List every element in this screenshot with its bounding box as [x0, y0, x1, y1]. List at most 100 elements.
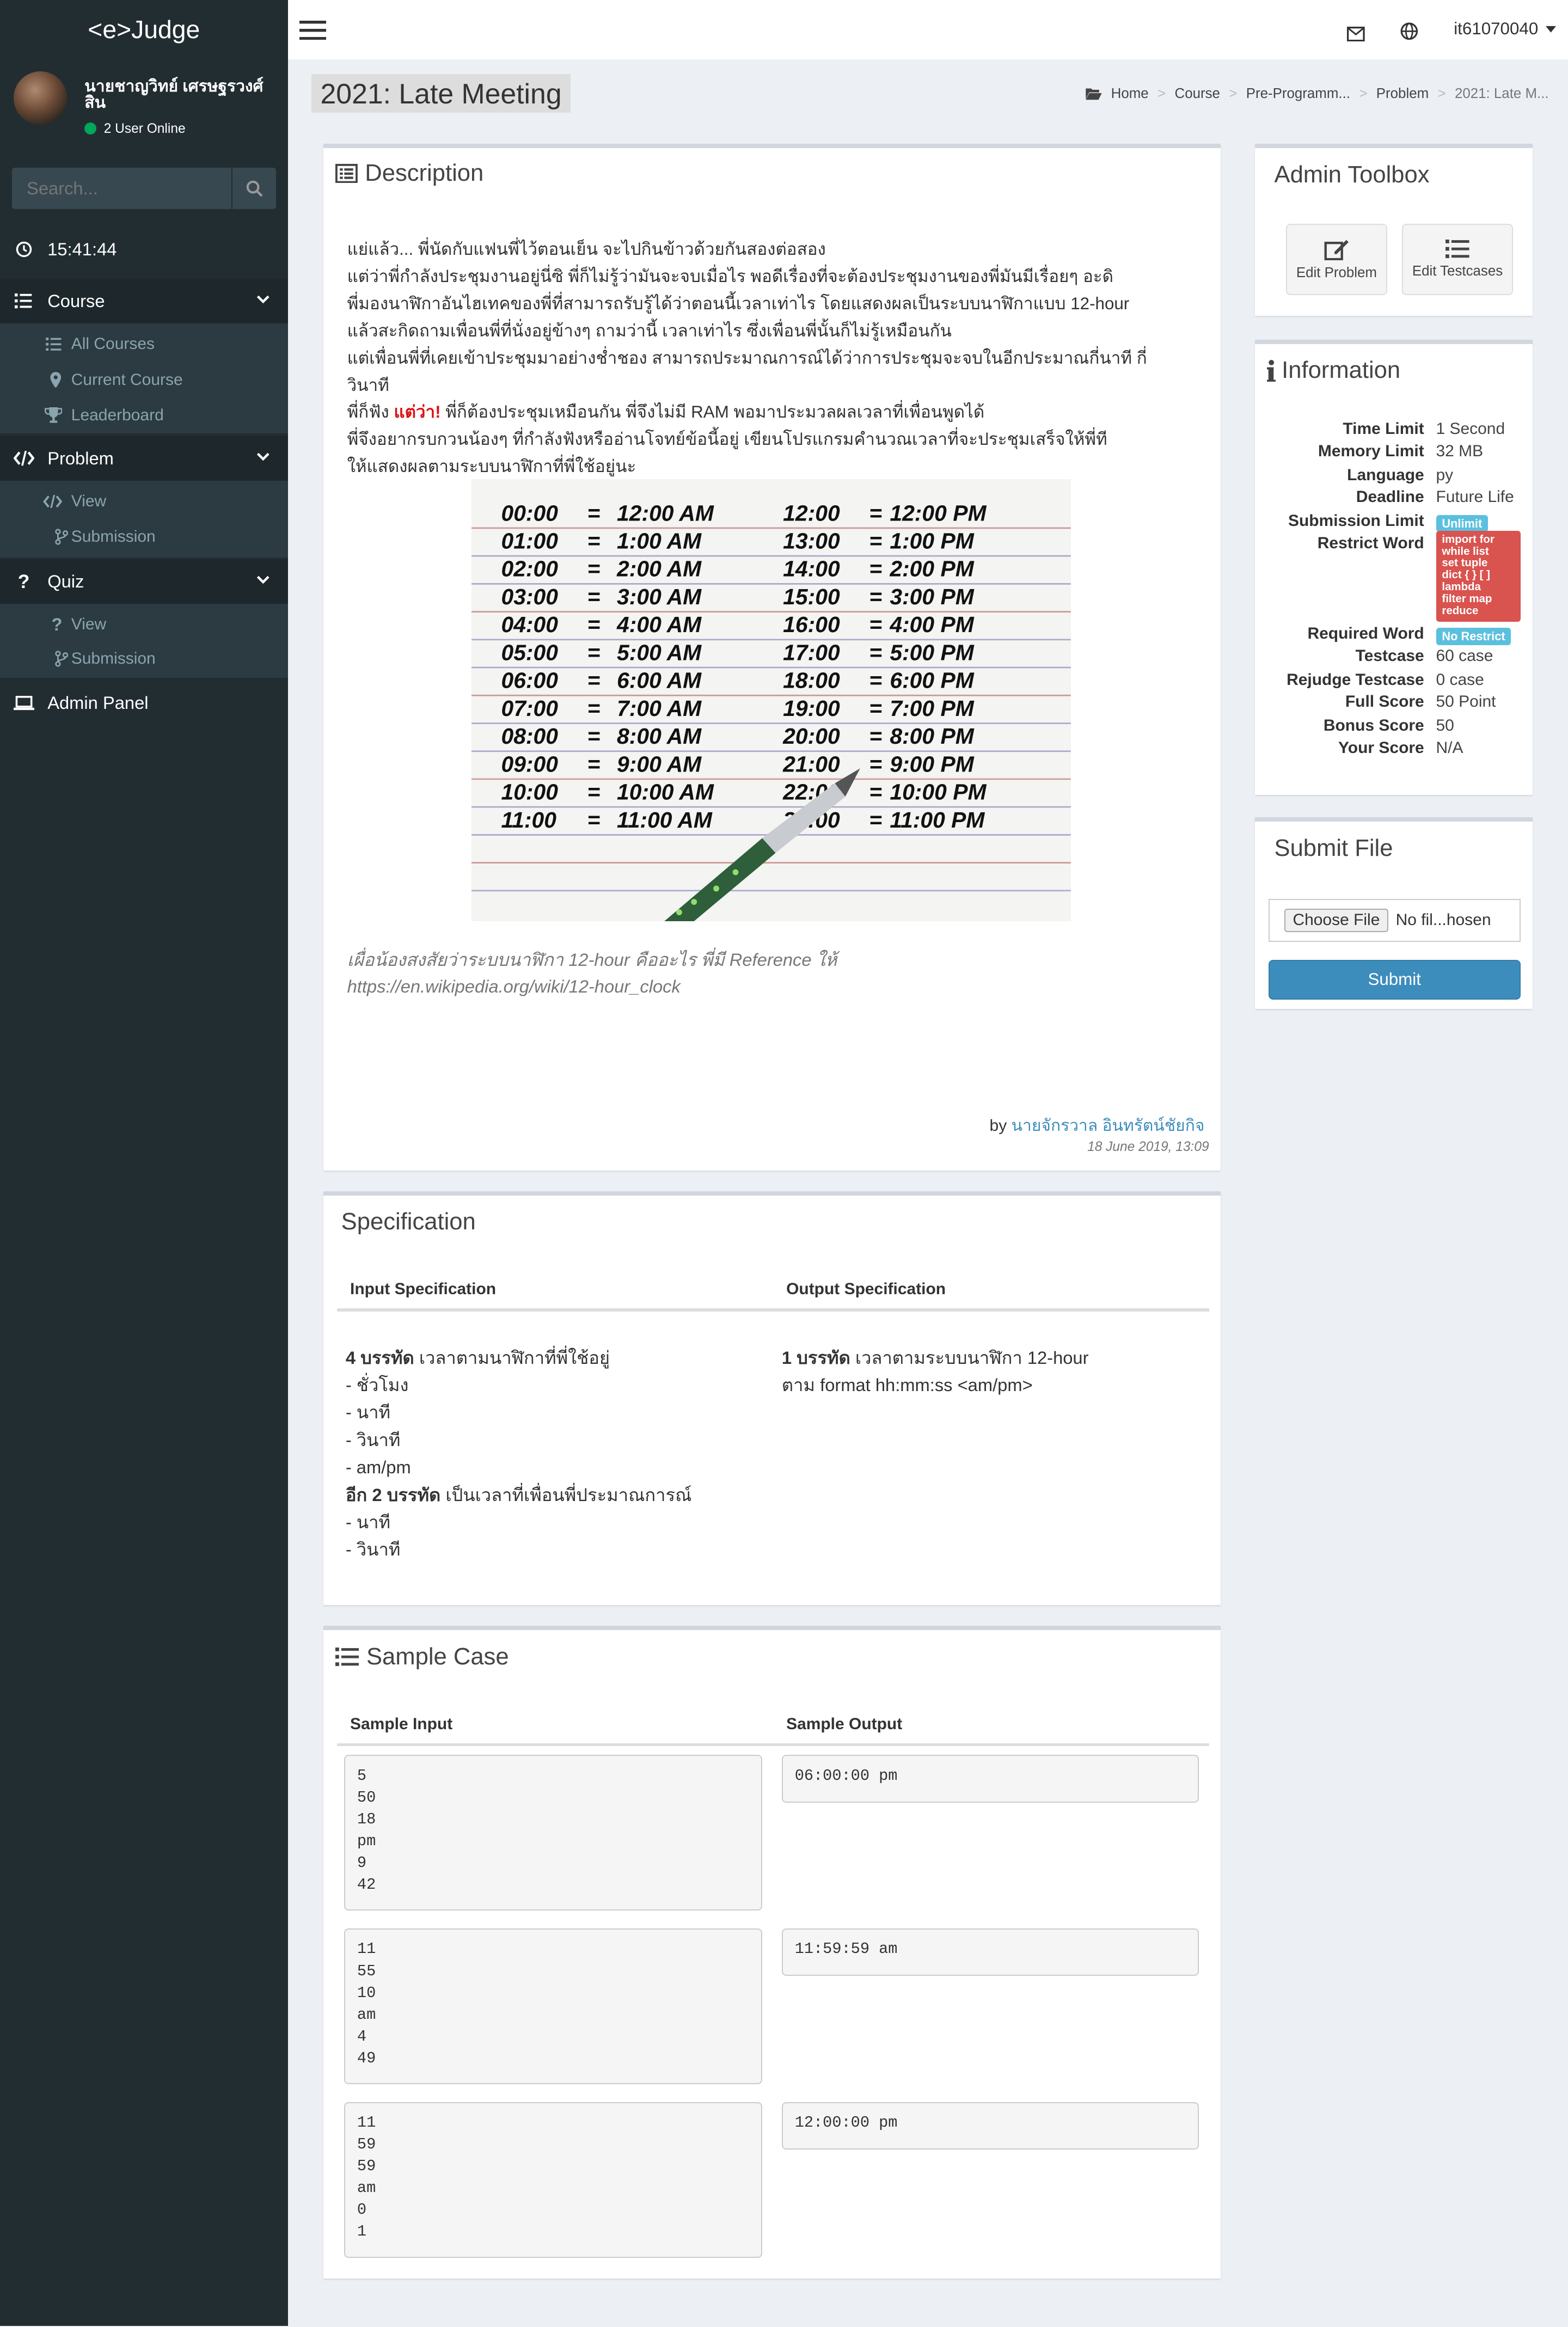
messages-button[interactable] — [1347, 21, 1365, 47]
info-time-limit: 1 Second — [1436, 420, 1505, 438]
sample-output-3[interactable]: 12:00:00 pm — [781, 2102, 1199, 2150]
handwritten-equals: = — [587, 724, 601, 749]
handwritten-time: 11:00 PM — [890, 807, 985, 832]
clock-conversion-image: 00:00 12:00 AM 12:00 12:00 PM = = 01:00 1:00 AM… — [471, 479, 1071, 922]
handwritten-equals: = — [587, 751, 601, 776]
statement-line: ให้แสดงผลตามระบบนาฬิกาที่พี่ใช้อยู่นะ — [347, 457, 636, 476]
handwritten-equals: = — [587, 500, 601, 525]
user-menu[interactable]: it61070040 — [1454, 19, 1556, 39]
language-button[interactable] — [1400, 19, 1418, 46]
sample-input-2[interactable]: 11 55 10 am 4 49 — [344, 1928, 763, 2085]
breadcrumb-pre-programming[interactable]: Pre-Programm... — [1246, 86, 1350, 102]
edit-testcases-button[interactable]: Edit Testcases — [1401, 224, 1514, 296]
reference-link[interactable]: https://en.wikipedia.org/wiki/12-hour_cl… — [347, 973, 837, 1000]
sample-output-1[interactable]: 06:00:00 pm — [781, 1755, 1199, 1803]
sample-input-3[interactable]: 11 59 59 am 0 1 — [344, 2102, 763, 2258]
sidebar-item-problem[interactable]: Problem — [0, 436, 288, 481]
handwritten-equals: = — [869, 640, 883, 665]
handwritten-time: 10:00 PM — [890, 780, 987, 805]
edit-testcases-label: Edit Testcases — [1412, 263, 1503, 279]
submit-file-box: Submit File Choose File No fil...hosen S… — [1255, 817, 1533, 1009]
choose-file-button[interactable]: Choose File — [1284, 908, 1388, 933]
handwritten-time: 7:00 PM — [890, 696, 975, 721]
statement-line: พี่จึงอยากรบกวนน้องๆ ที่กำลังฟังหรืออ่าน… — [347, 430, 1107, 449]
sample-output-2[interactable]: 11:59:59 am — [781, 1928, 1199, 1976]
sidebar-item-quiz-view[interactable]: ? View — [0, 607, 288, 642]
spec-bold: อีก 2 บรรทัด — [345, 1484, 441, 1505]
question-icon: ? — [17, 570, 30, 592]
handwritten-equals: = — [587, 807, 601, 832]
handwritten-time: 1:00 PM — [890, 529, 975, 554]
handwritten-time: 10:00 AM — [617, 780, 714, 805]
breadcrumb-separator: > — [1437, 86, 1446, 102]
chevron-down-icon — [257, 452, 270, 461]
handwritten-time: 3:00 AM — [617, 584, 702, 609]
handwritten-time: 6:00 AM — [617, 668, 702, 693]
spec-item: - นาที — [345, 1512, 391, 1533]
information-heading: Information — [1266, 357, 1400, 384]
handwritten-time: 19:00 — [783, 696, 841, 721]
handwritten-time: 17:00 — [783, 640, 841, 665]
sidebar-item-quiz[interactable]: ? Quiz — [0, 559, 288, 604]
hamburger-icon — [299, 21, 327, 40]
statement-line: วินาที — [347, 375, 389, 395]
clock-icon — [16, 241, 32, 257]
handwritten-time: 07:00 — [501, 696, 559, 721]
avatar — [13, 71, 67, 125]
handwritten-equals: = — [869, 807, 883, 832]
edit-problem-button[interactable]: Edit Problem — [1286, 224, 1387, 296]
handwritten-equals: = — [587, 612, 601, 637]
breadcrumb-separator: > — [1157, 86, 1166, 102]
sidebar-toggle[interactable] — [299, 19, 327, 40]
laptop-icon — [13, 696, 34, 711]
sidebar-item-leaderboard[interactable]: Leaderboard — [0, 397, 288, 433]
handwritten-equals: = — [587, 529, 601, 554]
breadcrumb-course[interactable]: Course — [1175, 86, 1220, 102]
sample-case-title: Sample Case — [366, 1643, 509, 1670]
info-memory-limit-label: Memory Limit — [1318, 442, 1424, 460]
search-input[interactable] — [11, 167, 232, 210]
file-input[interactable]: Choose File No fil...hosen — [1268, 898, 1521, 942]
restrict-word: set tuple — [1442, 557, 1488, 569]
sidebar-item-problem-submission[interactable]: Submission — [0, 519, 288, 555]
spec-bold: 4 บรรทัด — [345, 1347, 414, 1368]
sidebar: <e>Judge นายชาญวิทย์ เศรษฐรวงศ์สิน 2 Use… — [0, 0, 288, 2326]
handwritten-time: 13:00 — [783, 529, 841, 554]
handwritten-time: 4:00 AM — [616, 612, 702, 637]
sidebar-item-label: Quiz — [47, 571, 84, 592]
sidebar-item-label: Admin Panel — [47, 693, 149, 713]
statement-line: แต่เพื่อนพี่ที่เคยเข้าประชุมมาอย่างช่ำชอ… — [347, 348, 1147, 368]
sidebar-item-admin-panel[interactable]: Admin Panel — [0, 681, 288, 726]
sidebar-item-quiz-submission[interactable]: Submission — [0, 641, 288, 677]
sidebar-item-current-course[interactable]: Current Course — [0, 362, 288, 398]
handwritten-equals: = — [869, 724, 883, 749]
chevron-down-icon — [257, 295, 270, 304]
info-submission-limit-label: Submission Limit — [1288, 512, 1424, 530]
spec-item: - วินาที — [345, 1429, 401, 1450]
restrict-word: import for — [1442, 533, 1494, 546]
handwritten-time: 6:00 PM — [890, 668, 975, 693]
code-icon — [43, 494, 63, 509]
page-title: 2021: Late Meeting — [311, 74, 571, 113]
list-alt-icon — [335, 163, 358, 183]
author-link[interactable]: นายจักรวาล อินทรัตน์ชัยกิจ — [1012, 1117, 1205, 1135]
spec-item: - วินาที — [345, 1539, 401, 1560]
submit-button[interactable]: Submit — [1268, 959, 1521, 1000]
sidebar-item-problem-view[interactable]: View — [0, 483, 288, 519]
app-logo[interactable]: <e>Judge — [0, 0, 288, 59]
sample-case-heading: Sample Case — [335, 1644, 509, 1670]
reference-text: เผื่อน้องสงสัยว่าระบบนาฬิกา 12-hour คืออ… — [347, 950, 837, 970]
search-button[interactable] — [231, 167, 276, 210]
breadcrumb-home[interactable]: Home — [1111, 86, 1149, 102]
sidebar-item-all-courses[interactable]: All Courses — [0, 326, 288, 362]
folder-open-icon — [1086, 88, 1102, 100]
search-icon — [246, 180, 263, 197]
spec-item: - am/pm — [345, 1457, 411, 1478]
sample-input-1[interactable]: 5 50 18 pm 9 42 — [344, 1755, 763, 1911]
sidebar-item-course[interactable]: Course — [0, 279, 288, 323]
handwritten-time: 00:00 — [501, 500, 559, 525]
info-bonus-score: 50 — [1436, 717, 1454, 735]
handwritten-time: 15:00 — [783, 584, 841, 609]
spec-item: - ชั่วโมง — [345, 1374, 409, 1395]
breadcrumb-problem[interactable]: Problem — [1376, 86, 1429, 102]
